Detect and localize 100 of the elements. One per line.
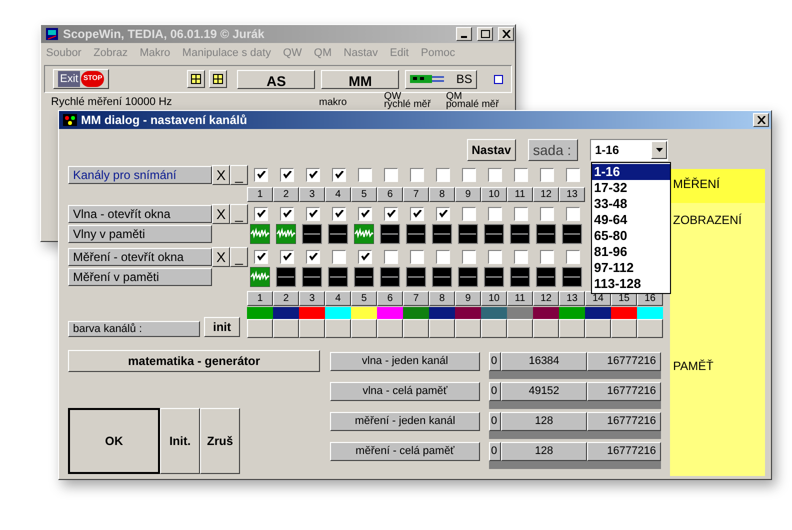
check-icon — [256, 253, 266, 261]
ok-button[interactable]: OK — [68, 408, 160, 474]
dropdown-option[interactable]: 81-96 — [592, 244, 670, 260]
dropdown-option[interactable]: 17-32 — [592, 180, 670, 196]
checkbox[interactable] — [254, 207, 268, 221]
panel-section[interactable]: PAMĚŤ — [670, 355, 765, 476]
sada-select[interactable]: 1-16 — [590, 139, 668, 161]
bs-button[interactable]: BS — [405, 70, 478, 88]
color-picker-button[interactable] — [559, 319, 585, 338]
close-icon — [502, 30, 510, 38]
checkbox[interactable] — [462, 207, 476, 221]
checkbox[interactable] — [436, 250, 450, 264]
checkbox[interactable] — [540, 168, 554, 182]
memory-type-label: vlna - jeden kanál — [330, 352, 480, 371]
as-button[interactable]: AS — [237, 70, 316, 88]
color-picker-button[interactable] — [351, 319, 377, 338]
math-generator-button[interactable]: matematika - generátor — [68, 350, 320, 372]
panel-section[interactable]: MĚŘENÍ — [670, 169, 765, 203]
init-button[interactable]: init — [204, 317, 240, 337]
checkbox[interactable] — [514, 250, 528, 264]
color-picker-button[interactable] — [377, 319, 403, 338]
checkbox[interactable] — [332, 168, 346, 182]
checkbox[interactable] — [436, 168, 450, 182]
init-dialog-button[interactable]: Init. — [160, 408, 200, 474]
memory-value: 0 — [489, 352, 501, 371]
color-picker-button[interactable] — [533, 319, 559, 338]
checkbox[interactable] — [332, 250, 346, 264]
memory-value: 16777216 — [587, 442, 661, 461]
dropdown-option[interactable]: 1-16 — [592, 164, 670, 180]
dropdown-option[interactable]: 113-128 — [592, 276, 670, 292]
close-button[interactable] — [753, 113, 769, 127]
panel-section[interactable]: ZOBRAZENÍ — [670, 203, 765, 355]
checkbox[interactable] — [384, 207, 398, 221]
checkbox[interactable] — [436, 207, 450, 221]
checkbox[interactable] — [358, 207, 372, 221]
nastav-button[interactable]: Nastav — [466, 139, 516, 161]
checkbox[interactable] — [566, 207, 580, 221]
checkbox[interactable] — [280, 168, 294, 182]
mm-button[interactable]: MM — [321, 70, 400, 88]
checkbox[interactable] — [358, 250, 372, 264]
memory-value: 16777216 — [587, 382, 661, 401]
color-picker-button[interactable] — [325, 319, 351, 338]
color-picker-button[interactable] — [585, 319, 611, 338]
row-label: Vlna - otevřít okna — [68, 205, 212, 223]
checkbox[interactable] — [488, 168, 502, 182]
close-button[interactable] — [498, 27, 514, 41]
checkbox[interactable] — [566, 168, 580, 182]
grid-view-button[interactable] — [187, 70, 206, 88]
dropdown-option[interactable]: 65-80 — [592, 228, 670, 244]
checkbox[interactable] — [332, 207, 346, 221]
checkbox[interactable] — [306, 168, 320, 182]
clear-button[interactable]: X — [212, 204, 230, 224]
memory-value: 0 — [489, 442, 501, 461]
clear-button[interactable]: X — [212, 165, 230, 185]
checkbox[interactable] — [280, 207, 294, 221]
dropdown-option[interactable]: 33-48 — [592, 196, 670, 212]
check-icon — [386, 210, 396, 218]
checkbox[interactable] — [306, 207, 320, 221]
color-picker-button[interactable] — [299, 319, 325, 338]
grid-icon — [191, 74, 202, 84]
minimize-button[interactable]: _ — [230, 165, 248, 185]
clear-button[interactable]: X — [212, 247, 230, 267]
color-picker-button[interactable] — [455, 319, 481, 338]
checkbox[interactable] — [280, 250, 294, 264]
color-picker-button[interactable] — [429, 319, 455, 338]
checkbox[interactable] — [566, 250, 580, 264]
color-picker-button[interactable] — [273, 319, 299, 338]
checkbox[interactable] — [488, 207, 502, 221]
grid-view-button[interactable] — [209, 70, 228, 88]
color-picker-button[interactable] — [637, 319, 663, 338]
maximize-button[interactable] — [477, 27, 493, 41]
dropdown-option[interactable]: 49-64 — [592, 212, 670, 228]
cancel-button[interactable]: Zruš — [200, 408, 240, 474]
memory-value: 0 — [489, 382, 501, 401]
checkbox[interactable] — [540, 207, 554, 221]
checkbox[interactable] — [514, 207, 528, 221]
checkbox[interactable] — [384, 168, 398, 182]
checkbox[interactable] — [410, 250, 424, 264]
checkbox[interactable] — [540, 250, 554, 264]
checkbox[interactable] — [254, 250, 268, 264]
checkbox[interactable] — [254, 168, 268, 182]
channel-number: 4 — [325, 291, 351, 306]
checkbox[interactable] — [384, 250, 398, 264]
minimize-button[interactable] — [456, 27, 472, 41]
color-picker-button[interactable] — [247, 319, 273, 338]
checkbox[interactable] — [462, 168, 476, 182]
checkbox[interactable] — [410, 207, 424, 221]
checkbox[interactable] — [358, 168, 372, 182]
color-picker-button[interactable] — [481, 319, 507, 338]
minimize-button[interactable]: _ — [230, 204, 248, 224]
checkbox[interactable] — [514, 168, 528, 182]
checkbox[interactable] — [410, 168, 424, 182]
color-picker-button[interactable] — [507, 319, 533, 338]
color-picker-button[interactable] — [611, 319, 637, 338]
dropdown-option[interactable]: 97-112 — [592, 260, 670, 276]
checkbox[interactable] — [306, 250, 320, 264]
minimize-button[interactable]: _ — [230, 247, 248, 267]
color-picker-button[interactable] — [403, 319, 429, 338]
checkbox[interactable] — [488, 250, 502, 264]
checkbox[interactable] — [462, 250, 476, 264]
